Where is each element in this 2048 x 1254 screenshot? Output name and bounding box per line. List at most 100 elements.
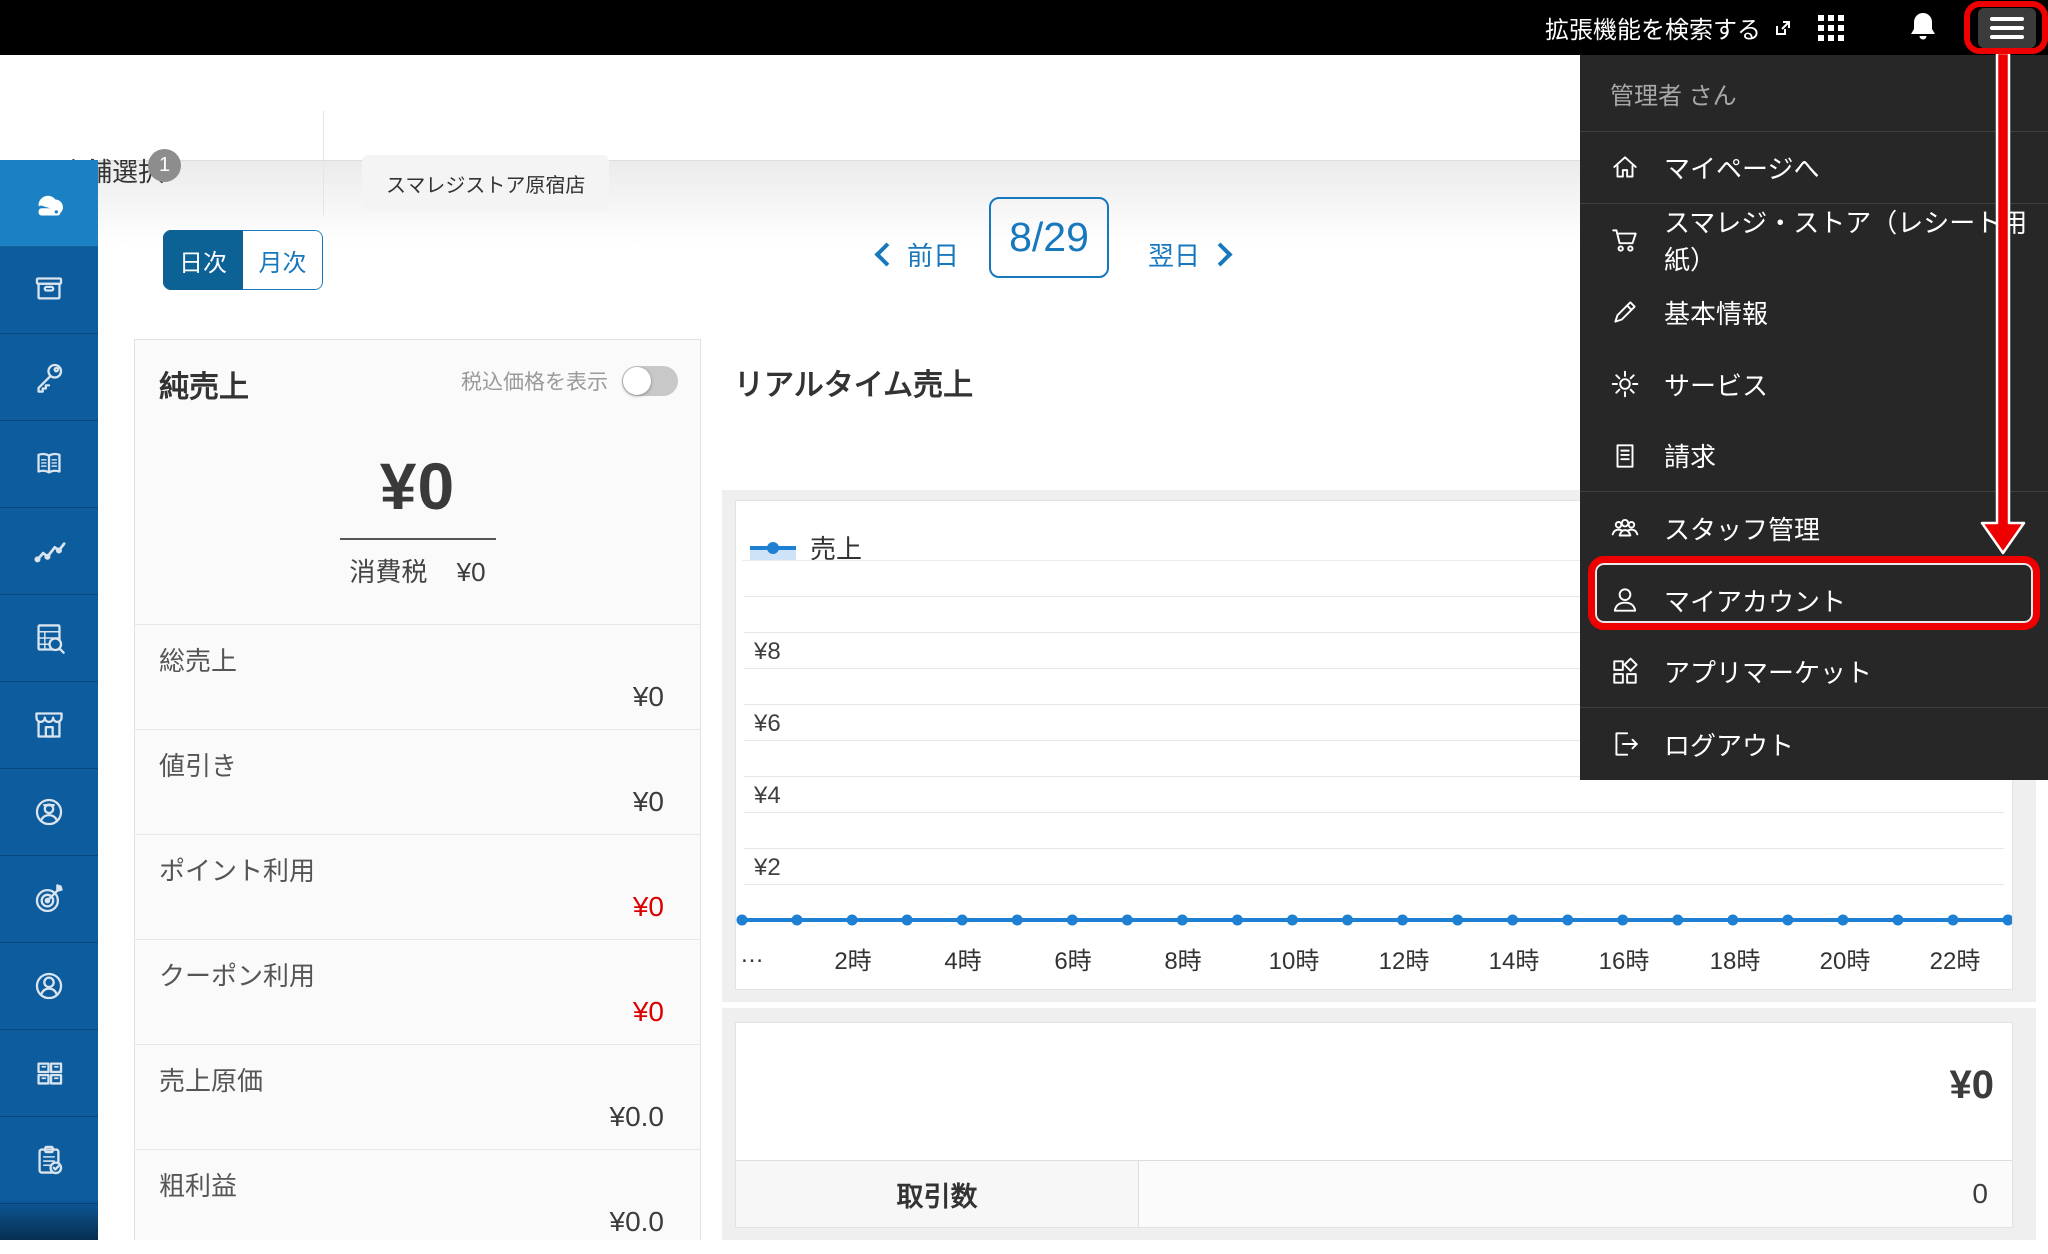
selected-store-chip[interactable]: スマレジストア原宿店 <box>362 155 610 211</box>
summary-total-amount: ¥0 <box>1949 1063 1995 1107</box>
sidebar-item-members[interactable] <box>0 769 98 856</box>
notification-bell-icon[interactable] <box>1908 11 1938 43</box>
account-dropdown-menu: 管理者 さん マイページへ スマレジ・ストア（レシート用紙） 基本情報 サービス… <box>1580 55 2048 780</box>
row-value: ¥0 <box>632 681 664 712</box>
extension-search-link[interactable]: 拡張機能を検索する <box>1545 0 1793 55</box>
net-sales-panel: 純売上 税込価格を表示 ¥0 消費税 ¥0 総売上 ¥0 値引き ¥0 ポイント… <box>134 339 701 1240</box>
sales-target-icon <box>26 876 72 922</box>
x-axis-tick: 12時 <box>1378 948 1430 975</box>
tax-included-label: 税込価格を表示 <box>461 371 608 394</box>
row-label: ポイント利用 <box>159 856 316 886</box>
prev-day-button[interactable]: 前日 <box>874 230 960 278</box>
menu-item-label: マイアカウント <box>1664 586 1847 617</box>
chevron-right-icon <box>1208 241 1233 267</box>
menu-item-smaregi-store[interactable]: スマレジ・ストア（レシート用紙） <box>1580 204 2048 276</box>
menu-item-label: ログアウト <box>1664 730 1795 761</box>
next-day-button[interactable]: 翌日 <box>1148 230 1233 278</box>
breakdown-row-coupons-used: クーポン利用 ¥0 <box>135 939 700 1044</box>
x-axis-tick: 16時 <box>1598 948 1650 975</box>
net-sales-breakdown: 総売上 ¥0 値引き ¥0 ポイント利用 ¥0 クーポン利用 ¥0 売上原価 ¥… <box>135 624 700 1254</box>
menu-item-billing[interactable]: 請求 <box>1580 420 2048 492</box>
sidebar-item-keys[interactable] <box>0 334 98 421</box>
store-count-badge: 1 <box>148 149 181 182</box>
sidebar-item-target[interactable] <box>0 856 98 943</box>
hero-divider <box>339 538 496 540</box>
menu-item-label: マイページへ <box>1664 154 1820 184</box>
chevron-left-icon <box>874 241 899 267</box>
row-value: ¥0.0 <box>609 1206 665 1237</box>
inventory-check-icon <box>26 1137 72 1183</box>
x-axis-tick: 2時 <box>834 948 872 975</box>
row-value: ¥0 <box>632 891 664 922</box>
summary-card: ¥0 取引数 0 <box>735 1022 2013 1228</box>
x-axis-tick: 14時 <box>1488 948 1540 975</box>
menu-item-label: 基本情報 <box>1664 298 1769 329</box>
logout-icon <box>1610 729 1640 759</box>
cart-icon <box>1610 225 1640 255</box>
menu-item-services[interactable]: サービス <box>1580 348 2048 420</box>
transactions-value: 0 <box>1139 1161 2012 1227</box>
menu-item-label: スマレジ・ストア（レシート用紙） <box>1664 208 2028 275</box>
stock-drawer-icon <box>26 1050 72 1096</box>
customer-icon <box>26 963 72 1009</box>
hamburger-menu-button[interactable] <box>1978 8 2036 48</box>
home-icon <box>1610 153 1640 183</box>
sidebar-item-store[interactable] <box>0 682 98 769</box>
menu-item-app-market[interactable]: アプリマーケット <box>1580 636 2048 708</box>
menu-item-my-account[interactable]: マイアカウント <box>1580 564 2048 636</box>
sidebar-item-products[interactable] <box>0 247 98 334</box>
apps-grid-icon[interactable] <box>1818 15 1844 41</box>
sidebar-item-dashboard[interactable] <box>0 160 98 247</box>
sidebar-item-inventory-check[interactable] <box>0 1117 98 1204</box>
menu-item-mypage[interactable]: マイページへ <box>1580 132 2048 204</box>
x-axis-tick: 4時 <box>944 948 982 975</box>
account-greeting: 管理者 さん <box>1580 55 2048 132</box>
period-toggle: 日次 月次 <box>163 230 323 290</box>
row-value: ¥0.0 <box>609 1101 665 1132</box>
consumption-tax-label: 消費税 <box>349 557 428 587</box>
menu-item-label: サービス <box>1664 370 1769 401</box>
sidebar-item-report[interactable] <box>0 595 98 682</box>
row-label: 粗利益 <box>159 1171 238 1201</box>
tax-included-toggle[interactable] <box>622 366 678 396</box>
sidebar-item-stock[interactable] <box>0 1030 98 1117</box>
staff-group-icon <box>1610 513 1640 543</box>
store-bar-divider <box>323 111 324 215</box>
x-axis-tick: 6時 <box>1054 948 1092 975</box>
prev-day-label: 前日 <box>907 240 960 271</box>
menu-item-label: アプリマーケット <box>1664 658 1873 688</box>
storage-box-icon <box>26 267 72 313</box>
daily-tab[interactable]: 日次 <box>163 230 243 290</box>
toggle-knob <box>623 367 651 395</box>
menu-item-label: スタッフ管理 <box>1664 514 1821 545</box>
menu-item-label: 請求 <box>1664 442 1717 472</box>
sidebar-nav <box>0 160 98 1240</box>
x-axis-tick: 18時 <box>1709 948 1761 975</box>
row-label: 値引き <box>159 751 238 781</box>
sidebar-item-sales-trend[interactable] <box>0 508 98 595</box>
sidebar-item-ledger[interactable] <box>0 421 98 508</box>
menu-item-staff-management[interactable]: スタッフ管理 <box>1580 492 2048 564</box>
summary-panel: ¥0 取引数 0 <box>722 1008 2036 1240</box>
row-label: クーポン利用 <box>159 961 316 991</box>
breakdown-row-gross-profit: 粗利益 ¥0.0 <box>135 1149 700 1254</box>
x-axis-tick: 20時 <box>1819 948 1871 975</box>
net-sales-title: 純売上 <box>159 371 249 404</box>
x-axis-tick: … <box>740 941 764 968</box>
x-axis-tick: 22時 <box>1929 948 1981 975</box>
app-market-icon <box>1610 657 1640 687</box>
monthly-tab[interactable]: 月次 <box>243 230 323 290</box>
row-value: ¥0 <box>632 786 664 817</box>
transactions-label: 取引数 <box>736 1161 1139 1227</box>
storefront-icon <box>26 702 72 748</box>
breakdown-row-gross-sales: 総売上 ¥0 <box>135 624 700 729</box>
pencil-icon <box>1610 297 1640 327</box>
realtime-sales-title: リアルタイム売上 <box>734 369 974 402</box>
sidebar-item-customers[interactable] <box>0 943 98 1030</box>
menu-item-basic-info[interactable]: 基本情報 <box>1580 276 2048 348</box>
ledger-book-icon <box>26 441 72 487</box>
menu-item-logout[interactable]: ログアウト <box>1580 708 2048 780</box>
next-day-label: 翌日 <box>1148 240 1201 271</box>
date-picker-button[interactable]: 8/29 <box>989 197 1109 278</box>
net-sales-amount: ¥0 <box>379 449 456 523</box>
